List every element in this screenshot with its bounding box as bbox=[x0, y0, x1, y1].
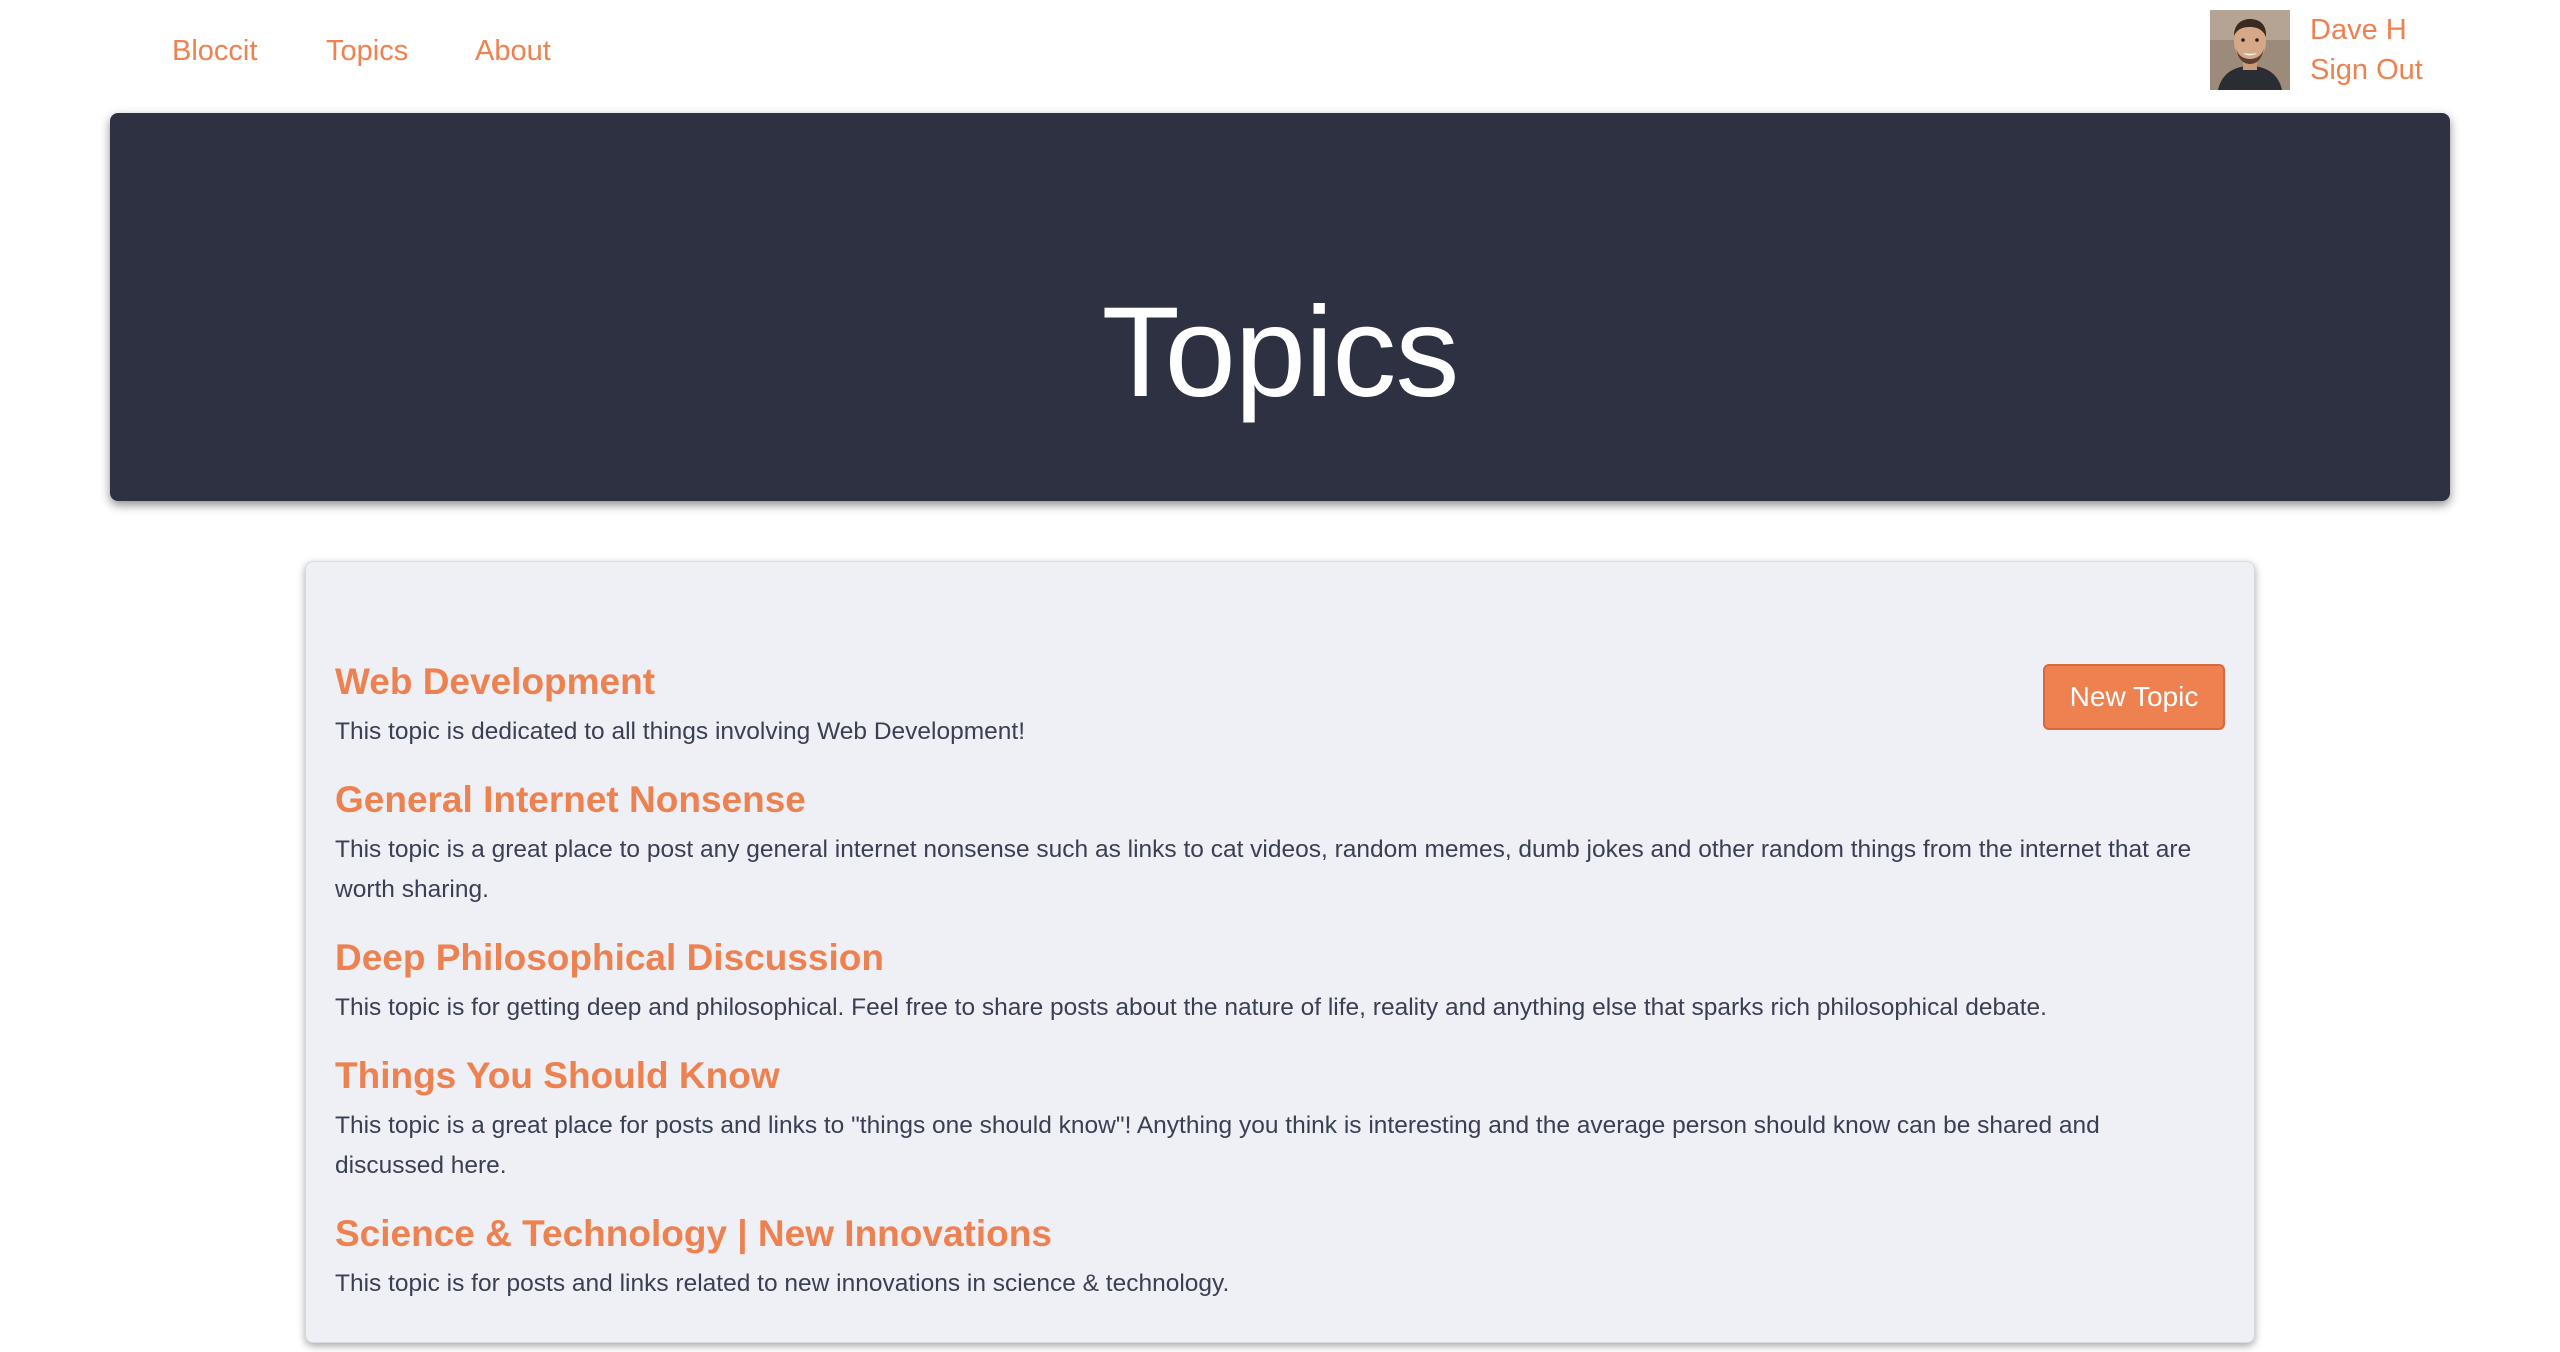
topic-title-link[interactable]: Deep Philosophical Discussion bbox=[335, 936, 2215, 980]
nav-link-topics[interactable]: Topics bbox=[326, 33, 408, 69]
nav-link-about[interactable]: About bbox=[475, 33, 551, 69]
user-name-link[interactable]: Dave H bbox=[2310, 12, 2407, 48]
topic-title-link[interactable]: Science & Technology | New Innovations bbox=[335, 1212, 2215, 1256]
topic-description: This topic is for posts and links relate… bbox=[335, 1270, 1230, 1297]
topic-description: This topic is for getting deep and philo… bbox=[335, 994, 2047, 1021]
topic-item: General Internet Nonsense This topic is … bbox=[335, 778, 2215, 910]
topic-item: Things You Should Know This topic is a g… bbox=[335, 1054, 2215, 1186]
topic-item: Web Development This topic is dedicated … bbox=[335, 660, 2215, 752]
avatar-photo-icon bbox=[2210, 10, 2290, 90]
page-title: Topics bbox=[1101, 281, 1460, 424]
topic-description: This topic is dedicated to all things in… bbox=[335, 718, 1025, 745]
topic-item: Deep Philosophical Discussion This topic… bbox=[335, 936, 2215, 1028]
topic-item: Science & Technology | New Innovations T… bbox=[335, 1212, 2215, 1304]
topic-description: This topic is a great place for posts an… bbox=[335, 1112, 2100, 1179]
page-header-banner: Topics bbox=[110, 113, 2450, 501]
topics-panel: New Topic Web Development This topic is … bbox=[305, 561, 2255, 1343]
topic-description: This topic is a great place to post any … bbox=[335, 836, 2192, 903]
topic-title-link[interactable]: General Internet Nonsense bbox=[335, 778, 2215, 822]
user-avatar[interactable] bbox=[2210, 10, 2290, 90]
sign-out-link[interactable]: Sign Out bbox=[2310, 52, 2423, 88]
top-navbar: Bloccit Topics About Dave H Sign Out bbox=[0, 0, 2560, 110]
nav-link-bloccit[interactable]: Bloccit bbox=[172, 33, 257, 69]
topic-title-link[interactable]: Things You Should Know bbox=[335, 1054, 2215, 1098]
topic-title-link[interactable]: Web Development bbox=[335, 660, 2215, 704]
